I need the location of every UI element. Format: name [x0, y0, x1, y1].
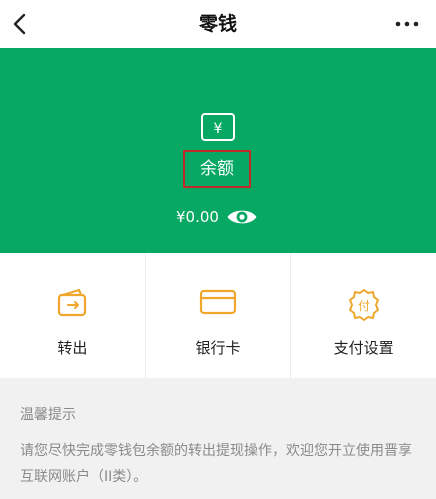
top-bar: 零钱 [0, 0, 436, 48]
wallet-yuan-icon: ¥ [201, 113, 235, 141]
bank-card-button[interactable]: 银行卡 [144, 253, 291, 378]
wallet-yuan-glyph: ¥ [214, 121, 223, 137]
page-title: 零钱 [198, 13, 237, 35]
bank-card-label: 银行卡 [195, 339, 241, 357]
transfer-out-button[interactable]: 转出 [0, 253, 145, 378]
balance-amount: ¥0.00 [176, 208, 219, 226]
pay-settings-label: 支付设置 [333, 339, 394, 357]
transfer-out-label: 转出 [57, 339, 88, 357]
tips-title: 温馨提示 [20, 407, 76, 423]
bank-card-icon [199, 289, 237, 315]
action-grid: 转出 银行卡 付 支付设置 [0, 253, 436, 378]
tips-section: 温馨提示 请您尽快完成零钱包余额的转出提现操作，欢迎您开立使用晋享互联网账户（I… [0, 378, 436, 499]
pay-settings-glyph: 付 [358, 299, 370, 313]
balance-amount-row: ¥0.00 [176, 205, 258, 229]
pay-settings-gear-icon: 付 [348, 289, 379, 321]
eye-icon[interactable] [226, 207, 258, 227]
more-dots-icon [395, 21, 419, 27]
wallet-transfer-icon [58, 288, 87, 317]
more-button[interactable] [392, 10, 422, 38]
pay-settings-button[interactable]: 付 支付设置 [290, 253, 436, 378]
balance-label: 余额 [183, 150, 251, 188]
tips-body: 请您尽快完成零钱包余额的转出提现操作，欢迎您开立使用晋享互联网账户（II类）。 [20, 443, 412, 485]
